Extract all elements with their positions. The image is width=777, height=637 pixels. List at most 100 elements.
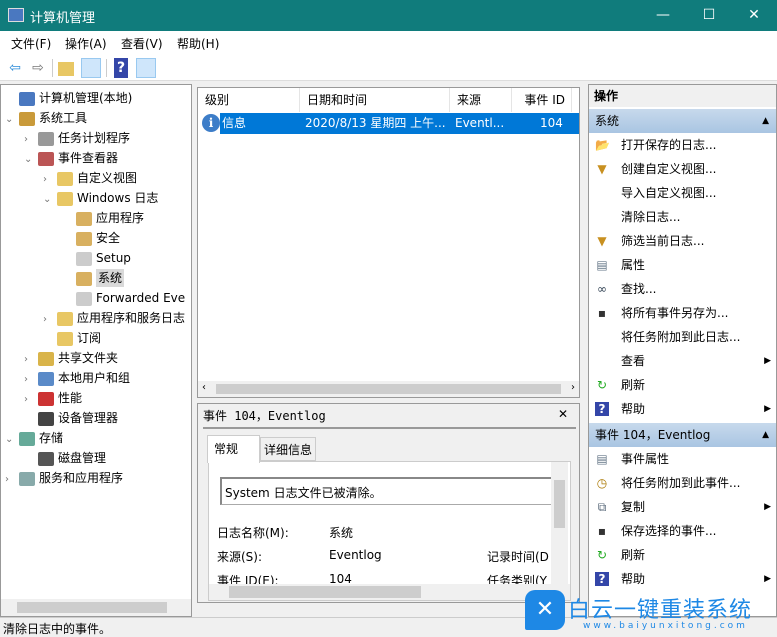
detail-close-button[interactable]: ✕ bbox=[558, 407, 568, 421]
action-item[interactable]: ⧉ 复制 ▶ bbox=[589, 495, 776, 519]
field-label: 日志名称(M): bbox=[217, 526, 289, 540]
tree-item-label: 任务计划程序 bbox=[58, 131, 131, 145]
action-item[interactable]: ▤ 事件属性 bbox=[589, 447, 776, 471]
column-source[interactable]: 来源 bbox=[450, 88, 512, 112]
tree-item-label: 性能 bbox=[58, 391, 83, 405]
menu-help[interactable]: 帮助(H) bbox=[177, 35, 219, 52]
expand-arrow-icon[interactable]: › bbox=[24, 130, 38, 150]
collapse-icon[interactable]: ▲ bbox=[762, 109, 769, 133]
scrollbar-thumb[interactable] bbox=[554, 480, 565, 528]
action-item[interactable]: ▪ 保存选择的事件... bbox=[589, 519, 776, 543]
action-label: 查找... bbox=[621, 282, 657, 296]
action-item[interactable]: ? 帮助 ▶ bbox=[589, 397, 776, 421]
tree-item-label: 共享文件夹 bbox=[58, 351, 119, 365]
menu-file[interactable]: 文件(F) bbox=[11, 35, 51, 52]
menu-view[interactable]: 查看(V) bbox=[121, 35, 163, 52]
tree-item[interactable]: › 性能 bbox=[24, 388, 82, 408]
tree-item[interactable]: Forwarded Eve bbox=[62, 288, 185, 308]
action-item[interactable]: ▤ 属性 bbox=[589, 253, 776, 277]
scrollbar-thumb[interactable] bbox=[216, 384, 561, 394]
tree-item[interactable]: ⌄ 事件查看器 bbox=[24, 148, 118, 168]
tree-horizontal-scrollbar[interactable] bbox=[1, 599, 191, 616]
expand-arrow-icon[interactable]: › bbox=[5, 470, 19, 490]
expand-arrow-icon[interactable]: ⌄ bbox=[5, 110, 19, 130]
expand-arrow-icon[interactable]: › bbox=[24, 370, 38, 390]
watermark-brand: 白云一键重装系统 bbox=[568, 598, 753, 623]
tab-general[interactable]: 常规 bbox=[207, 435, 260, 463]
action-item[interactable]: ▼ 筛选当前日志... bbox=[589, 229, 776, 253]
tree-item[interactable]: › 本地用户和组 bbox=[24, 368, 130, 388]
toolbar-divider bbox=[52, 59, 53, 77]
tree-item[interactable]: 计算机管理(本地) bbox=[5, 88, 132, 108]
expand-arrow-icon[interactable]: › bbox=[43, 170, 57, 190]
expand-arrow-icon[interactable]: › bbox=[24, 390, 38, 410]
tab-details[interactable]: 详细信息 bbox=[260, 437, 316, 461]
tree-item[interactable]: 安全 bbox=[62, 228, 120, 248]
action-item[interactable]: ∞ 查找... bbox=[589, 277, 776, 301]
action-item[interactable]: 导入自定义视图... bbox=[589, 181, 776, 205]
action-item[interactable]: ▼ 创建自定义视图... bbox=[589, 157, 776, 181]
minimize-button[interactable]: — bbox=[640, 0, 686, 31]
action-item[interactable]: ◷ 将任务附加到此事件... bbox=[589, 471, 776, 495]
scrollbar-thumb[interactable] bbox=[17, 602, 167, 613]
action-item[interactable]: ▪ 将所有事件另存为... bbox=[589, 301, 776, 325]
menu-action[interactable]: 操作(A) bbox=[65, 35, 107, 52]
action-item[interactable]: 📂 打开保存的日志... bbox=[589, 133, 776, 157]
show-hide-action-pane-icon[interactable] bbox=[136, 58, 156, 78]
detail-horizontal-scrollbar[interactable] bbox=[209, 584, 570, 600]
event-viewer-icon bbox=[38, 151, 54, 166]
event-row[interactable]: 信息 2020/8/13 星期四 上午... Eventl... 104 bbox=[220, 113, 579, 134]
expand-arrow-icon[interactable]: ⌄ bbox=[43, 190, 57, 210]
refresh-icon: ↻ bbox=[596, 548, 608, 562]
scrollbar-thumb[interactable] bbox=[229, 586, 421, 598]
back-arrow-icon[interactable]: ⇦ bbox=[5, 58, 25, 78]
tree-item[interactable]: › 共享文件夹 bbox=[24, 348, 118, 368]
tree-item[interactable]: 订阅 bbox=[43, 328, 101, 348]
show-hide-tree-icon[interactable] bbox=[81, 58, 101, 78]
event-list-horizontal-scrollbar[interactable]: ‹ › bbox=[198, 381, 579, 397]
column-datetime[interactable]: 日期和时间 bbox=[300, 88, 450, 112]
section-title: 系统 bbox=[595, 114, 620, 128]
tree-item[interactable]: › 应用程序和服务日志 bbox=[43, 308, 185, 328]
action-item[interactable]: 查看 ▶ bbox=[589, 349, 776, 373]
event-message: System 日志文件已被清除。 bbox=[220, 477, 565, 505]
action-label: 导入自定义视图... bbox=[621, 186, 717, 200]
column-level[interactable]: 级别 bbox=[198, 88, 300, 112]
expand-arrow-icon[interactable]: ⌄ bbox=[5, 430, 19, 450]
action-item[interactable]: ↻ 刷新 bbox=[589, 543, 776, 567]
tree-item-label: Forwarded Eve bbox=[96, 291, 186, 305]
column-event-id[interactable]: 事件 ID bbox=[512, 88, 572, 112]
action-item[interactable]: 清除日志... bbox=[589, 205, 776, 229]
action-label: 刷新 bbox=[621, 548, 646, 562]
detail-vertical-scrollbar[interactable] bbox=[551, 462, 568, 584]
forward-arrow-icon[interactable]: ⇨ bbox=[28, 58, 48, 78]
tree-item[interactable]: ⌄ 系统工具 bbox=[5, 108, 87, 128]
expand-arrow-icon[interactable]: › bbox=[43, 310, 57, 330]
tree-item[interactable]: › 自定义视图 bbox=[43, 168, 137, 188]
action-item[interactable]: 将任务附加到此日志... bbox=[589, 325, 776, 349]
expand-arrow-icon[interactable]: › bbox=[24, 350, 38, 370]
actions-section-header[interactable]: 事件 104，Eventlog ▲ bbox=[589, 423, 776, 447]
help-icon[interactable]: ? bbox=[114, 58, 128, 78]
console-tree: 计算机管理(本地) ⌄ 系统工具 › 任务计划程序 ⌄ 事件查看器 › 自定义视图 ⌄ Window… bbox=[0, 84, 192, 617]
tree-item-label: 自定义视图 bbox=[77, 171, 138, 185]
tree-item[interactable]: 系统 bbox=[62, 268, 125, 288]
tree-item[interactable]: 磁盘管理 bbox=[24, 448, 106, 468]
tree-item[interactable]: 应用程序 bbox=[62, 208, 144, 228]
tree-item[interactable]: › 服务和应用程序 bbox=[5, 468, 123, 488]
action-item[interactable]: ↻ 刷新 bbox=[589, 373, 776, 397]
expand-arrow-icon[interactable]: ⌄ bbox=[24, 150, 38, 170]
up-folder-icon[interactable] bbox=[58, 62, 74, 76]
column-task[interactable]: 任 bbox=[572, 88, 579, 112]
action-item[interactable]: ? 帮助 ▶ bbox=[589, 567, 776, 591]
collapse-icon[interactable]: ▲ bbox=[762, 423, 769, 447]
tree-item[interactable]: ⌄ 存储 bbox=[5, 428, 63, 448]
actions-section-header[interactable]: 系统 ▲ bbox=[589, 109, 776, 133]
tree-item[interactable]: ⌄ Windows 日志 bbox=[43, 188, 158, 208]
close-button[interactable]: ✕ bbox=[731, 0, 777, 31]
maximize-button[interactable]: ☐ bbox=[686, 0, 732, 31]
tree-item[interactable]: 设备管理器 bbox=[24, 408, 118, 428]
tree-item[interactable]: › 任务计划程序 bbox=[24, 128, 130, 148]
tree-item[interactable]: Setup bbox=[62, 248, 131, 268]
toolbar-divider bbox=[106, 59, 107, 77]
